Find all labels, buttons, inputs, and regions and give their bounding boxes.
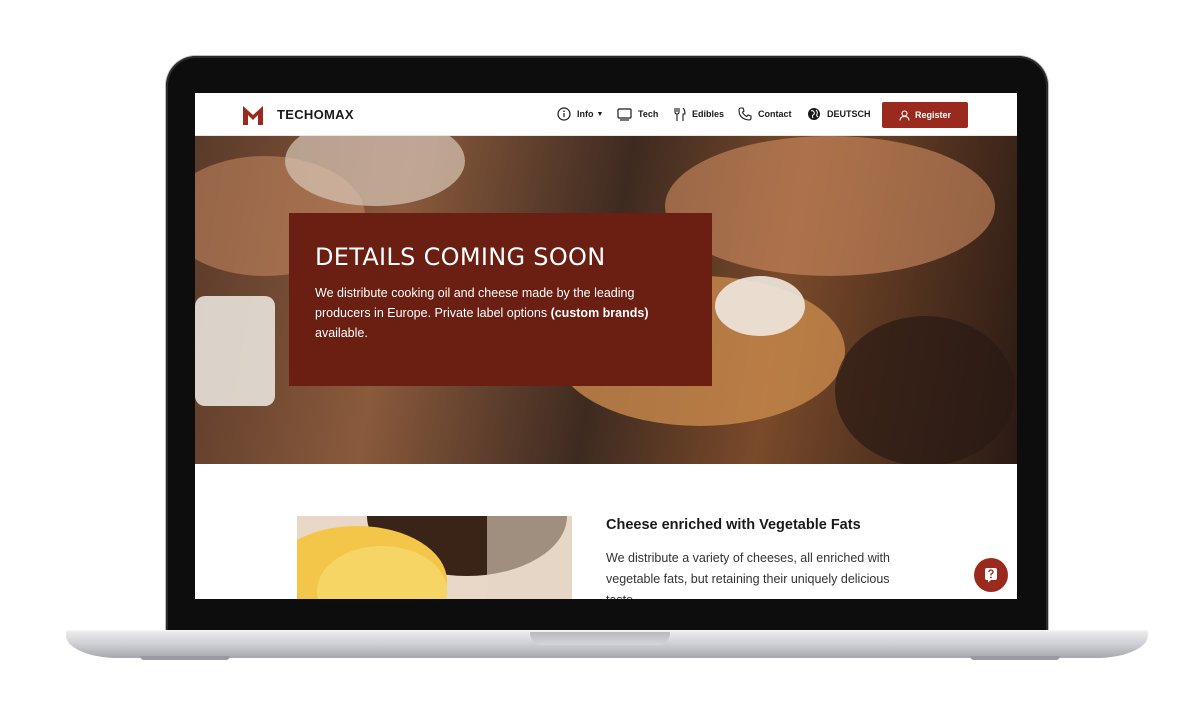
laptop-foot xyxy=(970,656,1060,660)
nav-label-contact: Contact xyxy=(758,109,792,119)
globe-icon xyxy=(808,108,820,120)
nav-label-info: Info xyxy=(577,109,594,119)
hero-banner: DETAILS COMING SOON We distribute cookin… xyxy=(195,136,1017,464)
browser-screen: TECHOMAX Info ▼ Tech Edibles Contact DEU… xyxy=(195,93,1017,599)
phone-icon xyxy=(738,107,752,121)
help-question-icon xyxy=(985,568,997,583)
nav-item-edibles[interactable]: Edibles xyxy=(673,106,724,122)
monitor-icon xyxy=(617,107,632,121)
info-circle-icon xyxy=(557,107,571,121)
nav-item-language[interactable]: DEUTSCH xyxy=(807,106,871,122)
hero-text-part: available. xyxy=(315,326,368,340)
hero-description: We distribute cooking oil and cheese mad… xyxy=(315,283,686,343)
hero-photo-shadow xyxy=(835,316,1015,464)
section-title: Cheese enriched with Vegetable Fats xyxy=(606,517,861,533)
nav-label-tech: Tech xyxy=(638,109,659,119)
laptop-notch xyxy=(530,632,670,645)
hero-photo-cup xyxy=(195,296,275,406)
brand-name[interactable]: TECHOMAX xyxy=(277,107,354,122)
top-navbar: TECHOMAX Info ▼ Tech Edibles Contact DEU… xyxy=(195,93,1017,136)
nav-label-edibles: Edibles xyxy=(692,109,725,119)
register-label: Register xyxy=(914,110,951,120)
hero-text-bold: (custom brands) xyxy=(550,306,649,320)
cutlery-icon xyxy=(674,107,686,121)
hero-overlay-card: DETAILS COMING SOON We distribute cookin… xyxy=(289,213,712,386)
user-icon xyxy=(899,109,910,121)
nav-item-tech[interactable]: Tech xyxy=(617,106,658,122)
hero-photo-dumplings xyxy=(715,276,805,336)
section-text: We distribute a variety of cheeses, all … xyxy=(606,551,890,599)
nav-item-info[interactable]: Info ▼ xyxy=(557,106,603,122)
register-button[interactable]: Register xyxy=(882,102,968,128)
cheese-photo xyxy=(297,516,572,599)
laptop-foot xyxy=(140,656,230,660)
nav-item-contact[interactable]: Contact xyxy=(738,106,792,122)
caret-down-icon: ▼ xyxy=(596,110,604,118)
hero-photo-hand-chopsticks xyxy=(665,136,995,276)
help-button[interactable] xyxy=(974,558,1008,592)
techomax-logo-icon[interactable] xyxy=(241,103,265,127)
hero-title: DETAILS COMING SOON xyxy=(315,243,606,271)
nav-label-language: DEUTSCH xyxy=(827,109,871,119)
